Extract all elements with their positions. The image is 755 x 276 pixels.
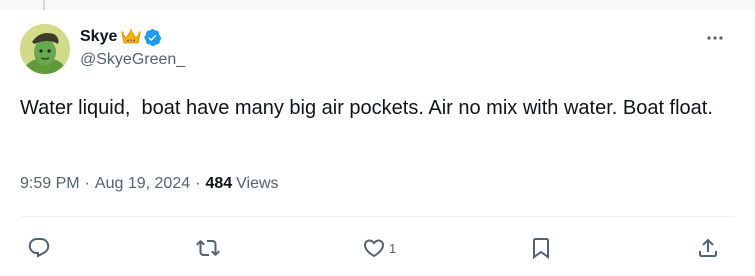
like-count: 1 bbox=[389, 240, 397, 256]
tweet-metadata: 9:59 PM · Aug 19, 2024 · 484 Views bbox=[20, 174, 279, 194]
reply-icon bbox=[28, 238, 50, 258]
share-button[interactable] bbox=[696, 228, 720, 268]
share-icon bbox=[699, 238, 717, 257]
reply-button[interactable] bbox=[27, 228, 51, 268]
tweet-time[interactable]: 9:59 PM bbox=[20, 174, 80, 194]
action-bar: 1 bbox=[0, 228, 755, 268]
handle[interactable]: @SkyeGreen_ bbox=[80, 49, 185, 71]
more-icon bbox=[707, 36, 723, 40]
more-options-button[interactable] bbox=[700, 26, 730, 50]
verified-badge-icon[interactable] bbox=[143, 28, 162, 47]
bookmark-icon bbox=[533, 238, 549, 259]
views-label: Views bbox=[236, 175, 279, 192]
bookmark-button[interactable] bbox=[529, 228, 553, 268]
meta-separator: · bbox=[84, 175, 90, 192]
tweet-text: Water liquid, boat have many big air poc… bbox=[20, 97, 713, 119]
retweet-icon bbox=[196, 239, 220, 257]
divider bbox=[20, 216, 735, 217]
crown-icon bbox=[121, 29, 142, 45]
views-count: 484 bbox=[205, 175, 233, 192]
heart-icon bbox=[363, 239, 385, 258]
author-block: Skye @SkyeGreen_ bbox=[80, 26, 185, 71]
tweet-date[interactable]: Aug 19, 2024 bbox=[95, 174, 190, 194]
display-name[interactable]: Skye bbox=[80, 26, 117, 48]
avatar[interactable] bbox=[20, 24, 70, 74]
like-button[interactable]: 1 bbox=[362, 228, 396, 268]
top-strip bbox=[0, 0, 755, 10]
tweet-card: Skye @SkyeGreen_ Water liquid, boat have… bbox=[0, 10, 755, 276]
retweet-button[interactable] bbox=[196, 228, 220, 268]
meta-separator: · bbox=[195, 175, 201, 192]
